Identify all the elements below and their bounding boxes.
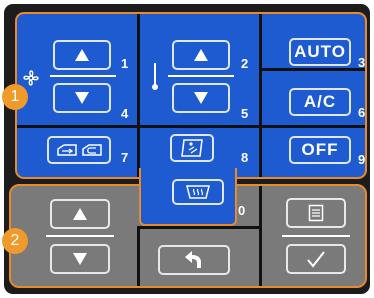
down-arrow-icon [75,92,89,104]
rear-defrost-button-overlay[interactable] [172,179,224,205]
fan-icon [21,68,41,88]
up-arrow-icon [194,49,208,61]
air-direction-number: 8 [241,150,249,165]
confirm-button[interactable] [286,244,346,274]
airflow-number: 7 [121,150,129,165]
up-arrow-icon [75,49,89,61]
divider [139,226,259,229]
rear-defrost-icon [186,185,210,199]
up-arrow-icon [73,208,87,220]
temperature-up-button[interactable] [172,40,230,70]
scroll-down-button[interactable] [50,244,110,274]
back-button[interactable] [158,245,230,275]
down-arrow-icon [194,92,208,104]
scroll-up-button[interactable] [50,199,110,229]
air-direction-icon [181,139,203,157]
menu-icon [308,204,324,222]
divider [140,125,259,128]
fan-speed-down-button[interactable] [53,83,111,113]
separator [168,75,234,77]
thermometer-icon [150,62,160,92]
temp-down-number: 5 [241,106,249,121]
divider [261,125,365,128]
ac-number: 6 [358,105,366,120]
air-recirculation-button[interactable] [47,136,111,164]
fan-down-number: 4 [121,106,129,121]
divider [259,186,262,286]
divider [137,14,140,177]
divider [259,14,262,177]
off-number: 9 [358,152,366,167]
fan-up-number: 1 [121,56,129,71]
checkmark-icon [307,251,325,268]
air-direction-button[interactable] [170,134,214,162]
menu-button[interactable] [286,198,346,228]
callout-badge-1: 1 [2,84,28,110]
rear-defrost-number-overlay: 0 [238,203,246,218]
down-arrow-icon [73,253,87,265]
off-button[interactable]: OFF [289,136,351,164]
temp-up-number: 2 [241,56,249,71]
back-arrow-icon [185,251,201,268]
separator [50,75,116,77]
fresh-air-icon [81,144,102,156]
auto-button[interactable]: AUTO [289,38,351,66]
fan-speed-up-button[interactable] [53,40,111,70]
divider [137,226,140,286]
callout-badge-2: 2 [2,228,28,254]
separator [46,235,114,237]
air-recirculation-icon [56,144,77,156]
separator [282,235,350,237]
divider [17,125,137,128]
ac-button[interactable]: A/C [289,88,351,116]
temperature-down-button[interactable] [172,83,230,113]
auto-number: 3 [358,55,366,70]
divider [261,68,365,71]
